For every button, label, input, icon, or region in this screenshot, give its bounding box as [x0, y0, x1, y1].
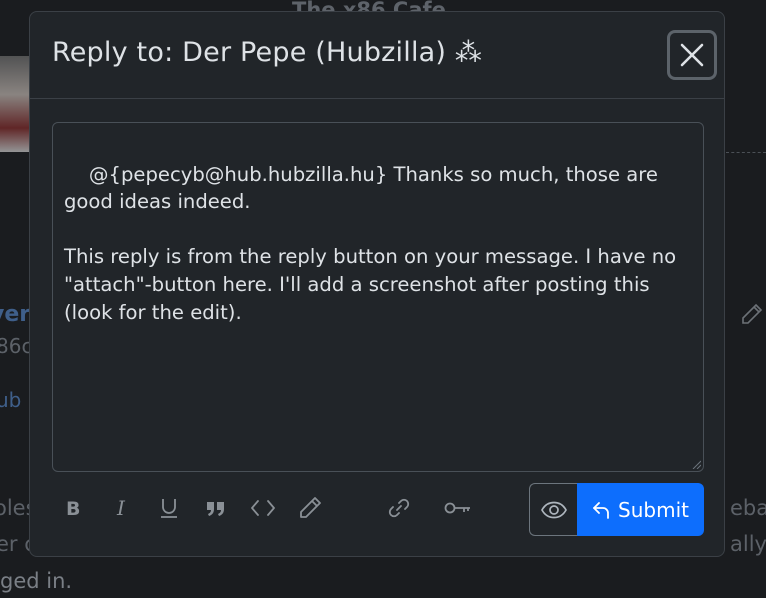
eye-icon — [541, 501, 567, 518]
preview-button[interactable] — [529, 483, 578, 536]
link-icon — [388, 498, 410, 518]
link-fragment: ub — [0, 388, 22, 412]
edit-button[interactable] — [290, 484, 330, 532]
code-button[interactable] — [243, 484, 283, 532]
submit-label: Submit — [618, 497, 689, 522]
author-name-fragment: ver — [0, 302, 31, 327]
underline-icon — [161, 499, 177, 518]
editor-toolbar: B I — [52, 484, 470, 536]
bold-icon: B — [66, 498, 80, 518]
encrypt-button[interactable] — [438, 484, 478, 532]
submit-button[interactable]: Submit — [577, 483, 704, 536]
post-image — [0, 56, 30, 152]
post-text-line: ged in. — [0, 569, 73, 593]
pencil-icon — [742, 303, 763, 324]
underline-button[interactable] — [149, 484, 189, 532]
link-button[interactable] — [379, 484, 419, 532]
divider — [726, 152, 766, 153]
italic-button[interactable]: I — [102, 484, 142, 532]
bold-button[interactable]: B — [53, 484, 93, 532]
reply-textarea[interactable]: @{pepecyb@hub.hubzilla.hu} Thanks so muc… — [52, 122, 704, 472]
reply-text: @{pepecyb@hub.hubzilla.hu} Thanks so muc… — [64, 162, 677, 324]
post-text-fragment: eba — [730, 496, 766, 520]
resize-handle-icon[interactable] — [691, 459, 701, 469]
author-handle-fragment: 86c — [0, 334, 33, 358]
close-button[interactable] — [667, 30, 717, 80]
quote-button[interactable] — [196, 484, 236, 532]
pencil-icon — [300, 497, 321, 518]
key-icon — [444, 502, 470, 514]
svg-text:B: B — [66, 498, 80, 518]
submit-button-group: Submit — [529, 483, 704, 536]
post-text-fragment: ally — [730, 532, 766, 556]
reply-modal: Reply to: Der Pepe (Hubzilla) ⁂ @{pepecy… — [29, 11, 725, 557]
close-icon — [680, 43, 704, 67]
italic-icon: I — [116, 498, 126, 518]
modal-title: Reply to: Der Pepe (Hubzilla) ⁂ — [52, 37, 483, 68]
quote-icon — [207, 502, 224, 516]
reply-arrow-icon — [593, 501, 609, 519]
code-icon — [251, 500, 275, 516]
svg-text:I: I — [116, 498, 126, 518]
modal-header: Reply to: Der Pepe (Hubzilla) ⁂ — [30, 12, 724, 99]
